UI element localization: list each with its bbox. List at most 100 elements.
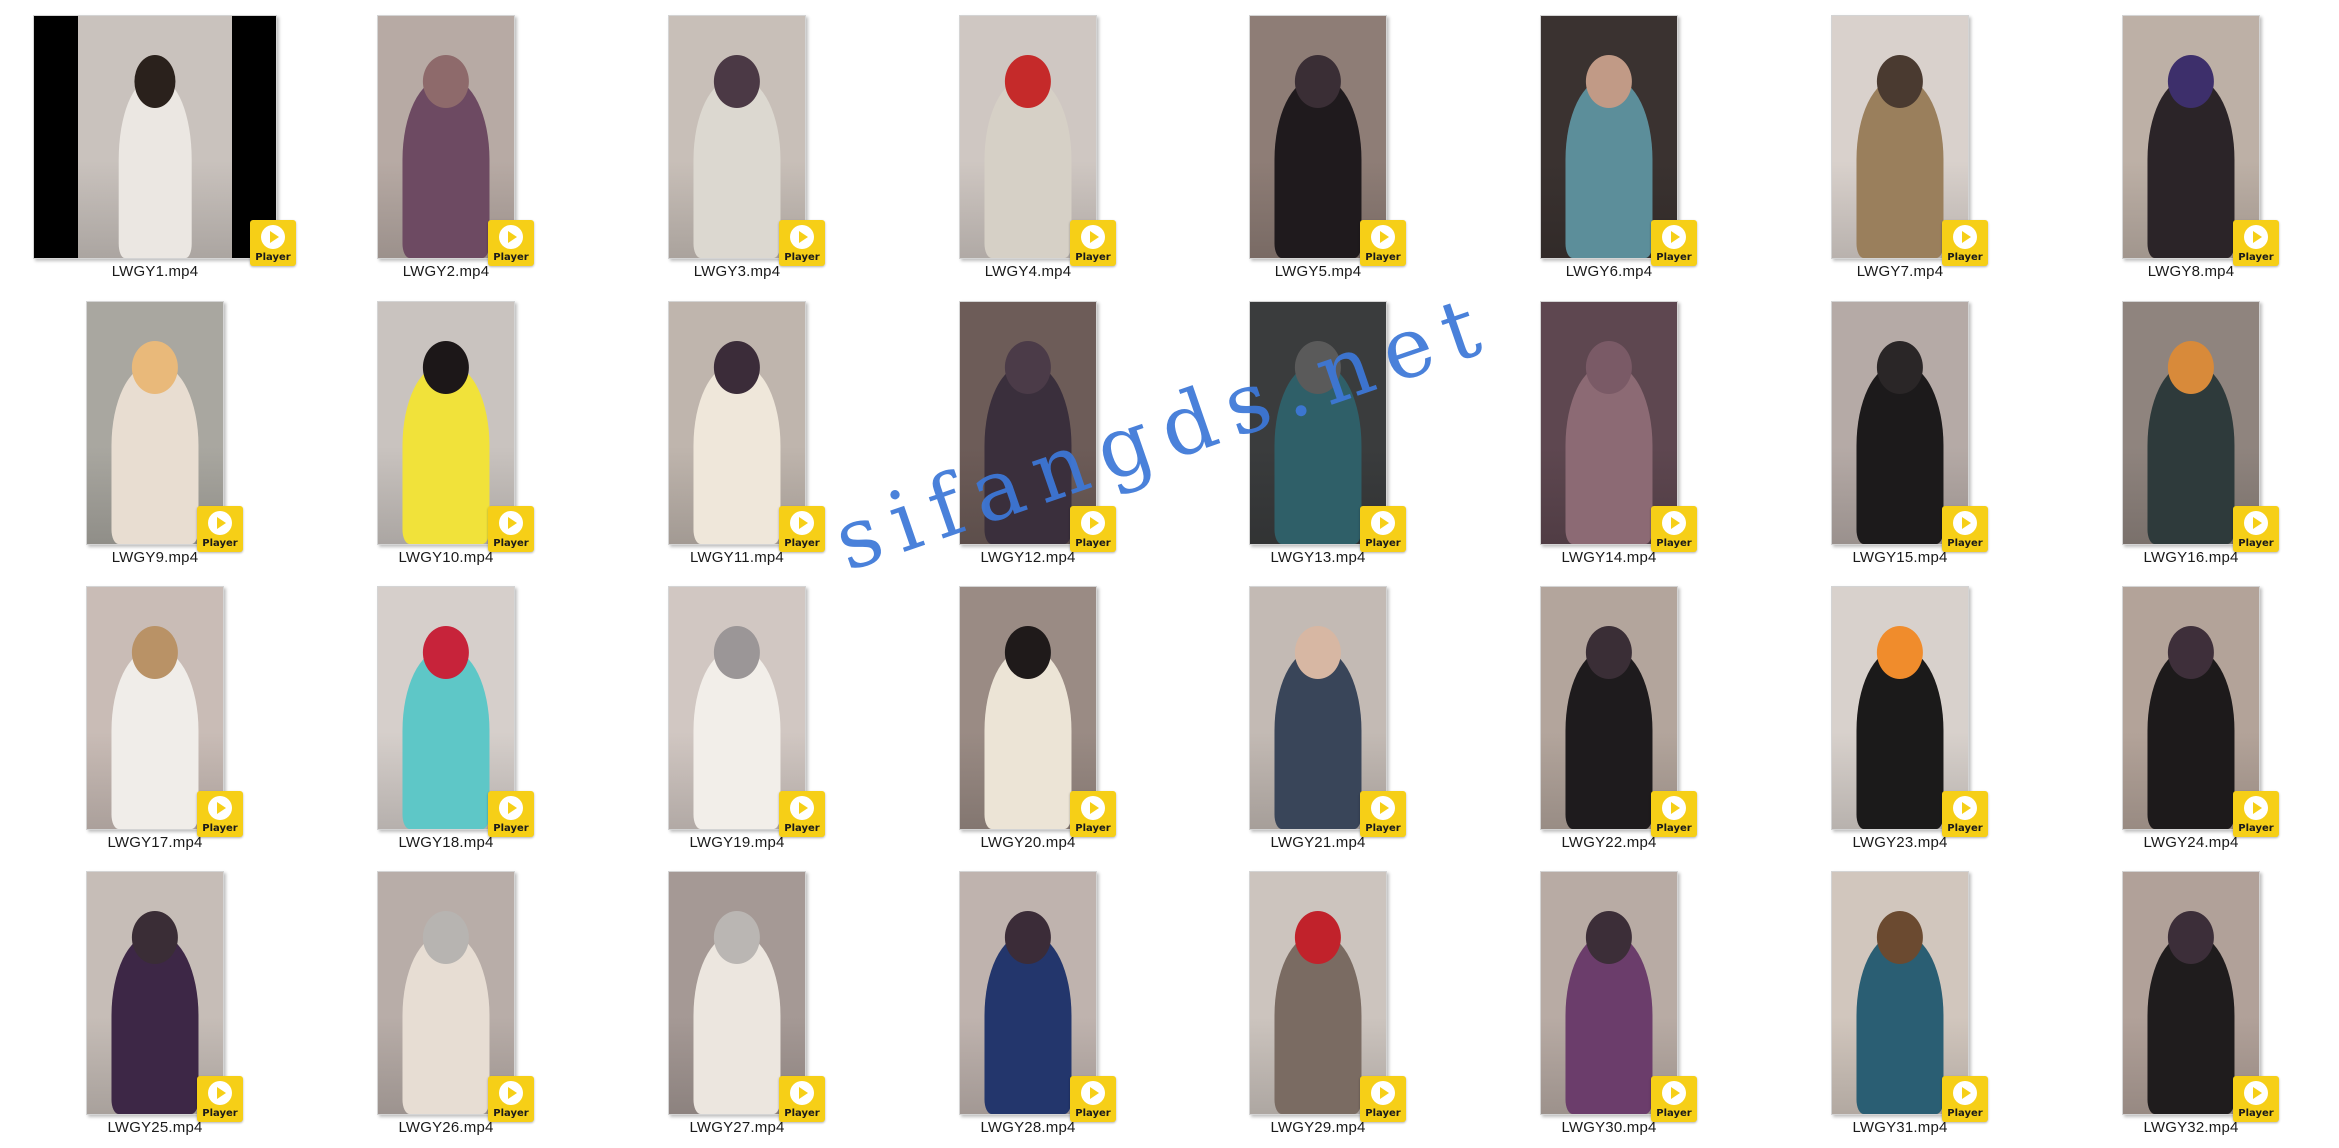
file-item[interactable]: Player LWGY14.mp4 xyxy=(1464,286,1754,566)
file-item[interactable]: Player LWGY5.mp4 xyxy=(1173,0,1463,280)
file-item[interactable]: Player LWGY3.mp4 xyxy=(592,0,882,280)
file-name[interactable]: LWGY17.mp4 xyxy=(10,834,300,851)
play-icon xyxy=(1081,511,1105,535)
file-item[interactable]: Player LWGY2.mp4 xyxy=(301,0,591,280)
file-name[interactable]: LWGY28.mp4 xyxy=(883,1119,1173,1136)
player-icon: Player xyxy=(2233,1076,2279,1122)
file-name[interactable]: LWGY3.mp4 xyxy=(592,263,882,280)
file-name[interactable]: LWGY30.mp4 xyxy=(1464,1119,1754,1136)
player-label: Player xyxy=(1947,1108,1983,1119)
file-name[interactable]: LWGY26.mp4 xyxy=(301,1119,591,1136)
file-item[interactable]: Player LWGY21.mp4 xyxy=(1173,571,1463,851)
file-name[interactable]: LWGY27.mp4 xyxy=(592,1119,882,1136)
file-name[interactable]: LWGY25.mp4 xyxy=(10,1119,300,1136)
file-item[interactable]: Player LWGY8.mp4 xyxy=(2046,0,2336,280)
player-icon: Player xyxy=(197,1076,243,1122)
player-icon: Player xyxy=(779,791,825,837)
file-item[interactable]: Player LWGY22.mp4 xyxy=(1464,571,1754,851)
file-name[interactable]: LWGY24.mp4 xyxy=(2046,834,2336,851)
play-icon xyxy=(1081,1081,1105,1105)
player-icon: Player xyxy=(779,506,825,552)
player-label: Player xyxy=(1365,252,1401,263)
player-icon: Player xyxy=(779,1076,825,1122)
file-item[interactable]: Player LWGY17.mp4 xyxy=(10,571,300,851)
file-name[interactable]: LWGY32.mp4 xyxy=(2046,1119,2336,1136)
player-label: Player xyxy=(1947,252,1983,263)
file-item[interactable]: Player LWGY6.mp4 xyxy=(1464,0,1754,280)
file-item[interactable]: Player LWGY29.mp4 xyxy=(1173,856,1463,1136)
file-name[interactable]: LWGY14.mp4 xyxy=(1464,549,1754,566)
file-name[interactable]: LWGY5.mp4 xyxy=(1173,263,1463,280)
file-item[interactable]: Player LWGY7.mp4 xyxy=(1755,0,2045,280)
play-icon xyxy=(2244,511,2268,535)
file-item[interactable]: Player LWGY24.mp4 xyxy=(2046,571,2336,851)
file-name[interactable]: LWGY23.mp4 xyxy=(1755,834,2045,851)
file-item[interactable]: Player LWGY18.mp4 xyxy=(301,571,591,851)
player-label: Player xyxy=(1365,823,1401,834)
player-icon: Player xyxy=(2233,506,2279,552)
file-name[interactable]: LWGY13.mp4 xyxy=(1173,549,1463,566)
play-icon xyxy=(1081,225,1105,249)
play-icon xyxy=(499,796,523,820)
player-icon: Player xyxy=(1651,1076,1697,1122)
player-icon: Player xyxy=(1070,220,1116,266)
play-icon xyxy=(2244,225,2268,249)
file-name[interactable]: LWGY7.mp4 xyxy=(1755,263,2045,280)
play-icon xyxy=(1953,225,1977,249)
file-item[interactable]: Player LWGY16.mp4 xyxy=(2046,286,2336,566)
video-thumbnail[interactable] xyxy=(33,15,277,259)
player-icon: Player xyxy=(1942,506,1988,552)
file-item[interactable]: Player LWGY15.mp4 xyxy=(1755,286,2045,566)
file-name[interactable]: LWGY29.mp4 xyxy=(1173,1119,1463,1136)
file-item[interactable]: Player LWGY23.mp4 xyxy=(1755,571,2045,851)
file-item[interactable]: Player LWGY28.mp4 xyxy=(883,856,1173,1136)
player-icon: Player xyxy=(1360,1076,1406,1122)
play-icon xyxy=(1371,225,1395,249)
file-item[interactable]: Player LWGY1.mp4 xyxy=(10,0,300,280)
file-name[interactable]: LWGY6.mp4 xyxy=(1464,263,1754,280)
file-name[interactable]: LWGY8.mp4 xyxy=(2046,263,2336,280)
player-label: Player xyxy=(784,538,820,549)
play-icon xyxy=(1081,796,1105,820)
file-name[interactable]: LWGY9.mp4 xyxy=(10,549,300,566)
file-item[interactable]: Player LWGY9.mp4 xyxy=(10,286,300,566)
play-icon xyxy=(208,1081,232,1105)
file-name[interactable]: LWGY4.mp4 xyxy=(883,263,1173,280)
file-item[interactable]: Player LWGY4.mp4 xyxy=(883,0,1173,280)
player-label: Player xyxy=(1365,1108,1401,1119)
file-item[interactable]: Player LWGY26.mp4 xyxy=(301,856,591,1136)
player-label: Player xyxy=(1656,538,1692,549)
play-icon xyxy=(2244,1081,2268,1105)
player-icon: Player xyxy=(1942,791,1988,837)
file-item[interactable]: Player LWGY32.mp4 xyxy=(2046,856,2336,1136)
file-name[interactable]: LWGY22.mp4 xyxy=(1464,834,1754,851)
file-name[interactable]: LWGY18.mp4 xyxy=(301,834,591,851)
player-label: Player xyxy=(2238,538,2274,549)
file-name[interactable]: LWGY31.mp4 xyxy=(1755,1119,2045,1136)
file-name[interactable]: LWGY19.mp4 xyxy=(592,834,882,851)
file-name[interactable]: LWGY16.mp4 xyxy=(2046,549,2336,566)
file-item[interactable]: Player LWGY27.mp4 xyxy=(592,856,882,1136)
player-icon: Player xyxy=(488,220,534,266)
file-item[interactable]: Player LWGY10.mp4 xyxy=(301,286,591,566)
file-name[interactable]: LWGY15.mp4 xyxy=(1755,549,2045,566)
file-item[interactable]: Player LWGY19.mp4 xyxy=(592,571,882,851)
file-name[interactable]: LWGY11.mp4 xyxy=(592,549,882,566)
file-item[interactable]: Player LWGY20.mp4 xyxy=(883,571,1173,851)
file-name[interactable]: LWGY2.mp4 xyxy=(301,263,591,280)
play-icon xyxy=(208,511,232,535)
player-icon: Player xyxy=(1070,1076,1116,1122)
play-icon xyxy=(499,511,523,535)
player-label: Player xyxy=(202,538,238,549)
file-name[interactable]: LWGY20.mp4 xyxy=(883,834,1173,851)
file-name[interactable]: LWGY21.mp4 xyxy=(1173,834,1463,851)
player-label: Player xyxy=(1075,823,1111,834)
file-name[interactable]: LWGY10.mp4 xyxy=(301,549,591,566)
play-icon xyxy=(1662,225,1686,249)
player-icon: Player xyxy=(1651,506,1697,552)
file-item[interactable]: Player LWGY30.mp4 xyxy=(1464,856,1754,1136)
file-item[interactable]: Player LWGY25.mp4 xyxy=(10,856,300,1136)
file-name[interactable]: LWGY1.mp4 xyxy=(10,263,300,280)
play-icon xyxy=(208,796,232,820)
file-item[interactable]: Player LWGY31.mp4 xyxy=(1755,856,2045,1136)
